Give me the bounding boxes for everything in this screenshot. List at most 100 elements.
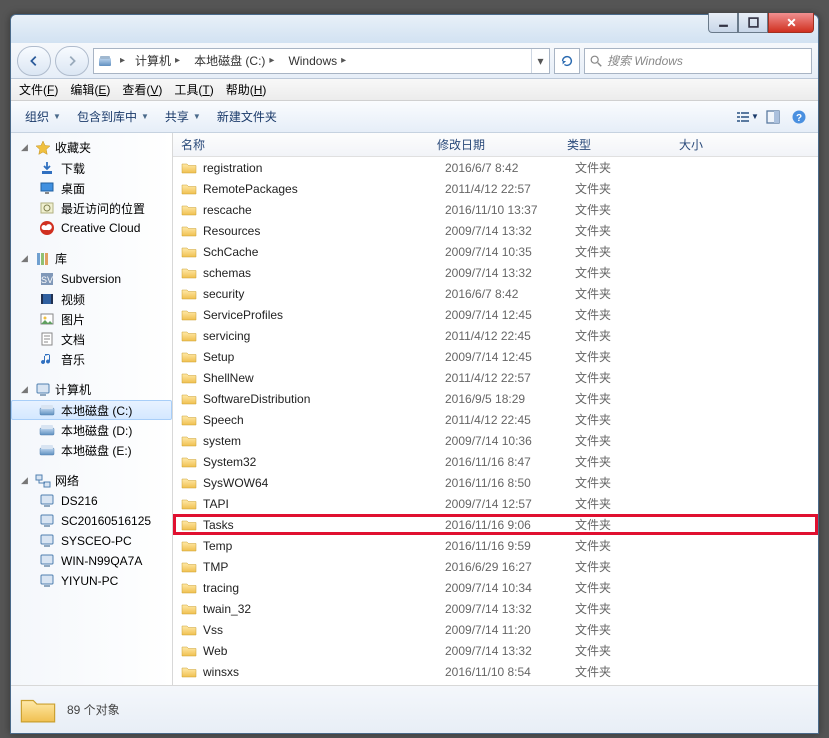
file-row[interactable]: security2016/6/7 8:42文件夹 xyxy=(173,283,818,304)
organize-button[interactable]: 组织▼ xyxy=(17,104,69,130)
expander-icon[interactable]: ◢ xyxy=(21,475,31,486)
breadcrumb-segment[interactable]: Windows▸ xyxy=(282,49,354,73)
command-bar: 组织▼ 包含到库中▼ 共享▼ 新建文件夹 ▼ ? xyxy=(11,101,818,133)
tree-item[interactable]: Creative Cloud xyxy=(11,218,172,238)
item-icon xyxy=(39,291,55,307)
tree-item[interactable]: 本地磁盘 (E:) xyxy=(11,440,172,460)
tree-item[interactable]: 本地磁盘 (C:) xyxy=(11,400,172,420)
menu-h[interactable]: 帮助(H) xyxy=(220,79,273,100)
file-row[interactable]: ServiceProfiles2009/7/14 12:45文件夹 xyxy=(173,304,818,325)
folder-icon xyxy=(181,349,197,365)
tree-group-head[interactable]: ◢收藏夹 xyxy=(11,137,172,158)
file-list[interactable]: registration2016/6/7 8:42文件夹RemotePackag… xyxy=(173,157,818,685)
view-options-button[interactable]: ▼ xyxy=(734,104,760,130)
menu-t[interactable]: 工具(T) xyxy=(168,79,219,100)
folder-icon xyxy=(181,601,197,617)
file-row[interactable]: Vss2009/7/14 11:20文件夹 xyxy=(173,619,818,640)
file-row[interactable]: RemotePackages2011/4/12 22:57文件夹 xyxy=(173,178,818,199)
expander-icon[interactable]: ◢ xyxy=(21,384,31,395)
preview-pane-button[interactable] xyxy=(760,104,786,130)
file-row[interactable]: Web2009/7/14 13:32文件夹 xyxy=(173,640,818,661)
chevron-right-icon[interactable]: ▸ xyxy=(116,55,129,66)
folder-icon xyxy=(181,433,197,449)
tree-group-head[interactable]: ◢库 xyxy=(11,248,172,269)
refresh-button[interactable] xyxy=(554,48,580,74)
file-row[interactable]: rescache2016/11/10 13:37文件夹 xyxy=(173,199,818,220)
expander-icon[interactable]: ◢ xyxy=(21,142,31,153)
file-row[interactable]: SoftwareDistribution2016/9/5 18:29文件夹 xyxy=(173,388,818,409)
tree-item[interactable]: 文档 xyxy=(11,329,172,349)
file-row[interactable]: system2009/7/14 10:36文件夹 xyxy=(173,430,818,451)
file-row[interactable]: ShellNew2011/4/12 22:57文件夹 xyxy=(173,367,818,388)
breadcrumb-dropdown[interactable]: ▾ xyxy=(531,49,549,73)
breadcrumb[interactable]: ▸ 计算机▸ 本地磁盘 (C:)▸ Windows▸ ▾ xyxy=(93,48,550,74)
tree-group-head[interactable]: ◢计算机 xyxy=(11,379,172,400)
file-row[interactable]: Tasks2016/11/16 9:06文件夹 xyxy=(173,514,818,535)
new-folder-button[interactable]: 新建文件夹 xyxy=(209,104,285,130)
tree-item[interactable]: 下载 xyxy=(11,158,172,178)
titlebar[interactable] xyxy=(11,15,818,43)
tree-item[interactable]: YIYUN-PC xyxy=(11,571,172,591)
file-row[interactable]: winsxs2016/11/10 8:54文件夹 xyxy=(173,661,818,682)
file-row[interactable]: registration2016/6/7 8:42文件夹 xyxy=(173,157,818,178)
folder-icon xyxy=(181,496,197,512)
item-icon xyxy=(39,200,55,216)
file-row[interactable]: System322016/11/16 8:47文件夹 xyxy=(173,451,818,472)
column-size[interactable]: 大小 xyxy=(671,136,818,153)
file-row[interactable]: Resources2009/7/14 13:32文件夹 xyxy=(173,220,818,241)
item-icon xyxy=(39,331,55,347)
back-button[interactable] xyxy=(17,46,51,76)
help-button[interactable]: ? xyxy=(786,104,812,130)
tree-item[interactable]: 本地磁盘 (D:) xyxy=(11,420,172,440)
file-row[interactable]: SchCache2009/7/14 10:35文件夹 xyxy=(173,241,818,262)
include-in-library-button[interactable]: 包含到库中▼ xyxy=(69,104,157,130)
menu-v[interactable]: 查看(V) xyxy=(116,79,168,100)
folder-icon xyxy=(181,475,197,491)
file-row[interactable]: Temp2016/11/16 9:59文件夹 xyxy=(173,535,818,556)
tree-item[interactable]: DS216 xyxy=(11,491,172,511)
close-button[interactable] xyxy=(768,13,814,33)
expander-icon[interactable]: ◢ xyxy=(21,253,31,264)
file-row[interactable]: SysWOW642016/11/16 8:50文件夹 xyxy=(173,472,818,493)
search-input[interactable]: 搜索 Windows xyxy=(584,48,812,74)
file-row[interactable]: tracing2009/7/14 10:34文件夹 xyxy=(173,577,818,598)
item-icon xyxy=(39,180,55,196)
file-row[interactable]: servicing2011/4/12 22:45文件夹 xyxy=(173,325,818,346)
file-row[interactable]: Speech2011/4/12 22:45文件夹 xyxy=(173,409,818,430)
location-icon xyxy=(94,53,116,69)
file-row[interactable]: schemas2009/7/14 13:32文件夹 xyxy=(173,262,818,283)
file-row[interactable]: twain_322009/7/14 13:32文件夹 xyxy=(173,598,818,619)
breadcrumb-segment[interactable]: 本地磁盘 (C:)▸ xyxy=(188,49,282,73)
tree-item[interactable]: 音乐 xyxy=(11,349,172,369)
column-type[interactable]: 类型 xyxy=(559,136,671,153)
share-button[interactable]: 共享▼ xyxy=(157,104,209,130)
menu-f[interactable]: 文件(F) xyxy=(13,79,64,100)
item-icon xyxy=(39,351,55,367)
tree-item[interactable]: 最近访问的位置 xyxy=(11,198,172,218)
file-row[interactable]: TAPI2009/7/14 12:57文件夹 xyxy=(173,493,818,514)
item-icon xyxy=(39,493,55,509)
tree-item[interactable]: 桌面 xyxy=(11,178,172,198)
breadcrumb-segment[interactable]: 计算机▸ xyxy=(129,49,188,73)
navigation-pane[interactable]: ◢收藏夹下载桌面最近访问的位置Creative Cloud ◢库SVSubvers… xyxy=(11,133,173,685)
tree-item[interactable]: SC20160516125 xyxy=(11,511,172,531)
menu-e[interactable]: 编辑(E) xyxy=(64,79,116,100)
forward-button[interactable] xyxy=(55,46,89,76)
column-header[interactable]: 名称 修改日期 类型 大小 xyxy=(173,133,818,157)
column-name[interactable]: 名称 xyxy=(173,136,429,153)
tree-item[interactable]: SYSCEO-PC xyxy=(11,531,172,551)
item-icon xyxy=(39,160,55,176)
item-icon xyxy=(39,442,55,458)
column-date[interactable]: 修改日期 xyxy=(429,136,559,153)
tree-item[interactable]: 图片 xyxy=(11,309,172,329)
file-row[interactable]: Setup2009/7/14 12:45文件夹 xyxy=(173,346,818,367)
minimize-button[interactable] xyxy=(708,13,738,33)
tree-group-head[interactable]: ◢网络 xyxy=(11,470,172,491)
tree-item[interactable]: WIN-N99QA7A xyxy=(11,551,172,571)
file-row[interactable]: TMP2016/6/29 16:27文件夹 xyxy=(173,556,818,577)
maximize-button[interactable] xyxy=(738,13,768,33)
folder-icon xyxy=(181,580,197,596)
tree-item[interactable]: 视频 xyxy=(11,289,172,309)
search-placeholder: 搜索 Windows xyxy=(607,52,683,69)
tree-item[interactable]: SVSubversion xyxy=(11,269,172,289)
